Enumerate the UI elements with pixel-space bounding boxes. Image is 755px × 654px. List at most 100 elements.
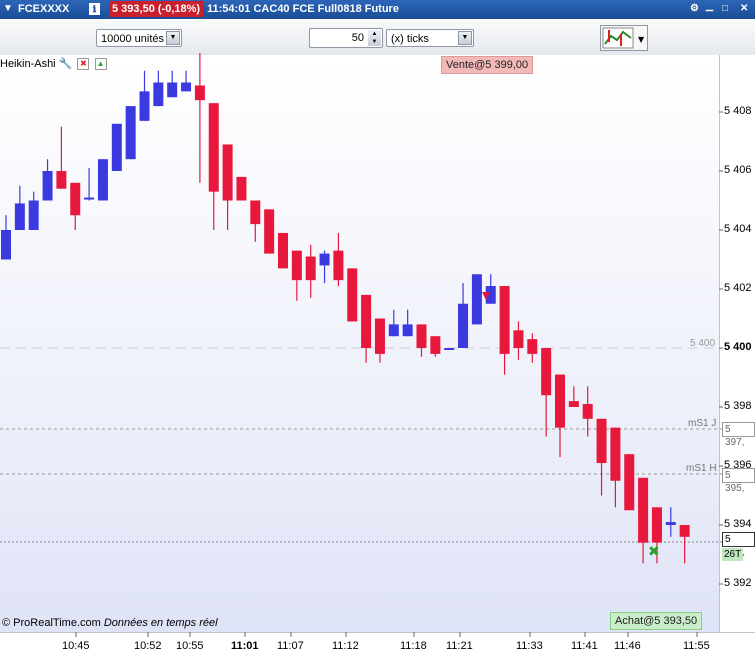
time-tick-label: 11:41 bbox=[571, 640, 598, 652]
candle-body bbox=[402, 324, 413, 337]
candle-body bbox=[582, 404, 593, 419]
price-tick-label: 5 408 bbox=[724, 105, 752, 117]
candle bbox=[333, 232, 344, 287]
candle bbox=[278, 232, 288, 269]
current-price-tag: 5 393, bbox=[722, 532, 755, 558]
candle bbox=[153, 70, 164, 107]
candle bbox=[471, 274, 482, 325]
candle bbox=[527, 333, 538, 363]
level-5400-label: 5 400 bbox=[690, 338, 716, 349]
candle bbox=[485, 274, 496, 304]
candle-body bbox=[84, 197, 95, 200]
indicator-header: Heikin-Ashi 🔧 ✖ ▲ bbox=[0, 57, 107, 71]
time-tick-label: 11:46 bbox=[614, 640, 641, 652]
candle-body bbox=[111, 123, 122, 171]
price-tick-label: 5 406 bbox=[724, 164, 752, 176]
candle bbox=[14, 185, 25, 230]
candle-body bbox=[208, 103, 219, 192]
candle bbox=[42, 159, 53, 201]
candle bbox=[596, 418, 607, 496]
time-tick-label: 11:21 bbox=[446, 640, 473, 652]
buy-marker-icon[interactable]: ✖ bbox=[648, 544, 660, 560]
sell-order-label[interactable]: Vente@5 399,00 bbox=[441, 56, 534, 74]
candle-body bbox=[167, 82, 178, 98]
candle bbox=[624, 454, 635, 511]
candle-body bbox=[236, 176, 247, 201]
candle-body bbox=[555, 374, 565, 428]
candle-body bbox=[56, 171, 67, 189]
candle-body bbox=[264, 209, 275, 254]
indicator-name[interactable]: Heikin-Ashi bbox=[0, 58, 56, 70]
candle-body bbox=[153, 82, 164, 107]
candle-body bbox=[430, 336, 441, 354]
candle bbox=[610, 427, 621, 508]
price-tick-label: 5 404 bbox=[724, 223, 752, 235]
candle-body bbox=[305, 256, 316, 281]
time-tick-label: 11:33 bbox=[516, 640, 543, 652]
candle bbox=[679, 525, 690, 564]
candle-body bbox=[679, 525, 690, 537]
candle bbox=[388, 309, 399, 337]
candle-body bbox=[388, 324, 399, 337]
candle bbox=[430, 336, 441, 357]
candle-body bbox=[596, 418, 607, 464]
candle-body bbox=[222, 144, 233, 201]
footer-brand: © ProRealTime.com Données en temps réel bbox=[2, 617, 218, 629]
candle bbox=[319, 250, 330, 284]
candle-body bbox=[181, 82, 192, 92]
candle-body bbox=[14, 203, 25, 230]
remove-indicator-icon[interactable]: ✖ bbox=[77, 58, 90, 71]
time-tick-label: 11:18 bbox=[400, 640, 427, 652]
price-tick-label: 5 402 bbox=[724, 282, 752, 294]
candle bbox=[374, 318, 385, 363]
time-tick-label: 10:45 bbox=[62, 640, 90, 652]
candle-body bbox=[458, 303, 469, 348]
candle-body bbox=[499, 286, 510, 354]
candle bbox=[402, 309, 413, 337]
candle-body bbox=[471, 274, 482, 325]
candlestick-chart: ✖ bbox=[0, 53, 755, 637]
candle-body bbox=[291, 250, 302, 281]
candle bbox=[361, 294, 372, 363]
candle-body bbox=[347, 268, 358, 322]
price-tick-label: 5 396 bbox=[724, 459, 752, 471]
candle bbox=[84, 168, 95, 201]
candle bbox=[181, 70, 192, 92]
candle bbox=[264, 209, 275, 254]
candle-body bbox=[278, 232, 288, 269]
price-tick-label: 5 398 bbox=[724, 400, 752, 412]
candle-body bbox=[97, 159, 108, 201]
price-tick-label: 5 392 bbox=[724, 577, 752, 589]
candle-body bbox=[665, 522, 676, 525]
candle bbox=[1, 215, 11, 260]
move-up-icon[interactable]: ▲ bbox=[94, 58, 107, 71]
candle-body bbox=[1, 230, 11, 260]
time-tick-label: 11:01 bbox=[231, 640, 259, 652]
price-tick-label: 5 394 bbox=[724, 518, 752, 530]
candle bbox=[222, 144, 233, 230]
time-tick-label: 11:07 bbox=[277, 640, 304, 652]
candle bbox=[541, 348, 552, 437]
candle-body bbox=[194, 85, 205, 101]
candle bbox=[56, 126, 67, 189]
candle-body bbox=[28, 200, 39, 230]
candle-body bbox=[610, 427, 621, 481]
candle bbox=[347, 268, 358, 322]
ms1-j-value-tag: 5 397, bbox=[722, 422, 755, 448]
candle-body bbox=[624, 454, 635, 511]
candle-body bbox=[361, 294, 372, 348]
time-tick-label: 10:52 bbox=[134, 640, 162, 652]
buy-order-label[interactable]: Achat@5 393,50 bbox=[610, 612, 703, 630]
candle-body bbox=[374, 318, 385, 354]
candle bbox=[208, 103, 219, 230]
candle bbox=[444, 348, 455, 350]
realtime-text: Données en temps réel bbox=[103, 617, 218, 629]
wrench-icon[interactable]: 🔧 bbox=[59, 58, 73, 70]
candle-body bbox=[568, 401, 579, 407]
candle-body bbox=[444, 348, 455, 350]
candle bbox=[291, 250, 302, 301]
candle bbox=[499, 286, 510, 375]
candle bbox=[167, 70, 178, 98]
candle bbox=[28, 191, 39, 230]
candle bbox=[305, 244, 316, 298]
